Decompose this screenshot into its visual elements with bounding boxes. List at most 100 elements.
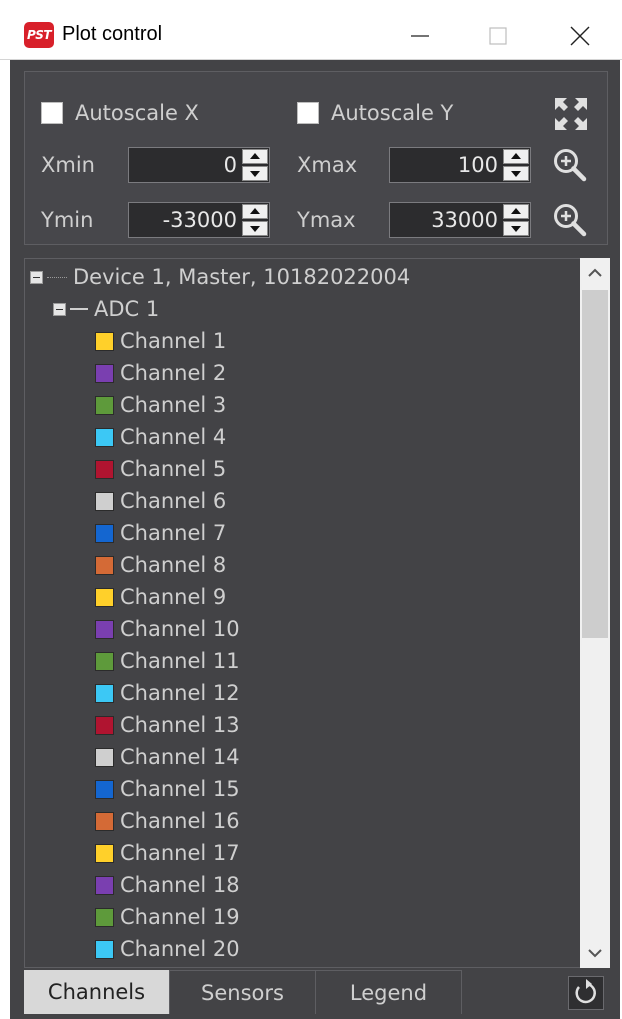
tree-node-device[interactable]: Device 1, Master, 10182022004 <box>30 261 410 293</box>
channel-color-swatch[interactable] <box>95 395 114 415</box>
channel-item[interactable]: Channel 18 <box>95 869 240 901</box>
ymin-decrement-button[interactable] <box>242 221 268 236</box>
zoom-y-icon[interactable] <box>551 201 589 239</box>
channel-item[interactable]: Channel 9 <box>95 581 226 613</box>
collapse-adc-icon[interactable] <box>53 302 66 316</box>
channel-color-swatch[interactable] <box>95 715 114 735</box>
maximize-icon <box>489 27 507 45</box>
channel-item[interactable]: Channel 6 <box>95 485 226 517</box>
channel-color-swatch[interactable] <box>95 587 114 607</box>
autoscale-y-label: Autoscale Y <box>331 101 454 125</box>
ymax-stepper[interactable] <box>503 204 529 236</box>
channel-color-swatch[interactable] <box>95 843 114 863</box>
tab-legend[interactable]: Legend <box>316 970 462 1014</box>
channel-item[interactable]: Channel 2 <box>95 357 226 389</box>
channel-color-swatch[interactable] <box>95 459 114 479</box>
scroll-down-icon[interactable] <box>580 938 610 968</box>
xmax-stepper[interactable] <box>503 149 529 181</box>
xmax-decrement-button[interactable] <box>503 166 529 181</box>
channel-color-swatch[interactable] <box>95 363 114 383</box>
minimize-button[interactable] <box>392 14 448 58</box>
ymin-increment-button[interactable] <box>242 204 268 219</box>
scroll-thumb[interactable] <box>582 290 608 638</box>
collapse-device-icon[interactable] <box>30 270 43 284</box>
channel-label: Channel 2 <box>120 361 227 385</box>
channel-item[interactable]: Channel 12 <box>95 677 240 709</box>
channel-item[interactable]: Channel 5 <box>95 453 226 485</box>
channel-label: Channel 1 <box>120 329 227 353</box>
tab-sensors[interactable]: Sensors <box>170 970 316 1014</box>
channel-color-swatch[interactable] <box>95 651 114 671</box>
expand-icon[interactable] <box>551 94 591 134</box>
xmin-spinbox[interactable]: 0 <box>128 147 270 183</box>
ymax-spinbox[interactable]: 33000 <box>389 202 531 238</box>
channel-label: Channel 10 <box>120 617 240 641</box>
channel-color-swatch[interactable] <box>95 331 114 351</box>
channel-color-swatch[interactable] <box>95 875 114 895</box>
xmin-decrement-button[interactable] <box>242 166 268 181</box>
channel-label: Channel 14 <box>120 745 240 769</box>
channel-item[interactable]: Channel 15 <box>95 773 240 805</box>
tree-node-adc[interactable]: ADC 1 <box>53 293 159 325</box>
panel-tabs: Channels Sensors Legend <box>24 970 608 1016</box>
xmax-increment-button[interactable] <box>503 149 529 164</box>
channel-item[interactable]: Channel 14 <box>95 741 240 773</box>
xmax-value: 100 <box>457 153 498 177</box>
channel-item[interactable]: Channel 19 <box>95 901 240 933</box>
channel-item[interactable]: Channel 16 <box>95 805 240 837</box>
channel-color-swatch[interactable] <box>95 523 114 543</box>
maximize-button[interactable] <box>470 14 526 58</box>
autoscale-x-label: Autoscale X <box>75 101 199 125</box>
channel-label: Channel 6 <box>120 489 227 513</box>
autoscale-y-checkbox[interactable] <box>297 102 319 124</box>
minimize-icon <box>411 35 429 37</box>
channel-label: Channel 16 <box>120 809 240 833</box>
channel-item[interactable]: Channel 17 <box>95 837 240 869</box>
channel-item[interactable]: Channel 10 <box>95 613 240 645</box>
channel-tree: Device 1, Master, 10182022004 ADC 1 Chan… <box>24 258 584 968</box>
scroll-up-icon[interactable] <box>580 258 610 288</box>
channel-item[interactable]: Channel 3 <box>95 389 226 421</box>
channel-color-swatch[interactable] <box>95 427 114 447</box>
channel-label: Channel 5 <box>120 457 227 481</box>
channel-item[interactable]: Channel 4 <box>95 421 226 453</box>
close-button[interactable] <box>552 14 608 58</box>
plot-control-panel: Autoscale X Autoscale Y Xmin 0 Xmax 100 … <box>10 60 620 1019</box>
channel-item[interactable]: Channel 11 <box>95 645 240 677</box>
autoscale-y-row[interactable]: Autoscale Y <box>297 98 453 128</box>
channel-color-swatch[interactable] <box>95 907 114 927</box>
autoscale-x-row[interactable]: Autoscale X <box>41 98 199 128</box>
xmin-stepper[interactable] <box>242 149 268 181</box>
channel-color-swatch[interactable] <box>95 811 114 831</box>
xmax-spinbox[interactable]: 100 <box>389 147 531 183</box>
channel-color-swatch[interactable] <box>95 491 114 511</box>
app-icon: PST <box>24 22 54 48</box>
reset-button[interactable] <box>568 976 604 1010</box>
channel-item[interactable]: Channel 1 <box>95 325 226 357</box>
channel-label: Channel 9 <box>120 585 227 609</box>
channel-label: Channel 18 <box>120 873 240 897</box>
ymax-decrement-button[interactable] <box>503 221 529 236</box>
channel-color-swatch[interactable] <box>95 779 114 799</box>
close-icon <box>570 26 590 46</box>
channel-color-swatch[interactable] <box>95 939 114 959</box>
xmin-increment-button[interactable] <box>242 149 268 164</box>
channel-color-swatch[interactable] <box>95 747 114 767</box>
tree-scrollbar[interactable] <box>580 258 610 968</box>
channel-item[interactable]: Channel 13 <box>95 709 240 741</box>
ymin-spinbox[interactable]: -33000 <box>128 202 270 238</box>
channel-color-swatch[interactable] <box>95 683 114 703</box>
channel-item[interactable]: Channel 7 <box>95 517 226 549</box>
tree-connector <box>47 276 67 278</box>
channel-item[interactable]: Channel 20 <box>95 933 240 965</box>
channel-color-swatch[interactable] <box>95 619 114 639</box>
channel-item[interactable]: Channel 8 <box>95 549 226 581</box>
tab-channels[interactable]: Channels <box>24 970 170 1014</box>
ymax-increment-button[interactable] <box>503 204 529 219</box>
channel-color-swatch[interactable] <box>95 555 114 575</box>
zoom-x-icon[interactable] <box>551 146 589 184</box>
autoscale-x-checkbox[interactable] <box>41 102 63 124</box>
ymin-stepper[interactable] <box>242 204 268 236</box>
window-title: Plot control <box>62 23 163 45</box>
channel-label: Channel 3 <box>120 393 227 417</box>
